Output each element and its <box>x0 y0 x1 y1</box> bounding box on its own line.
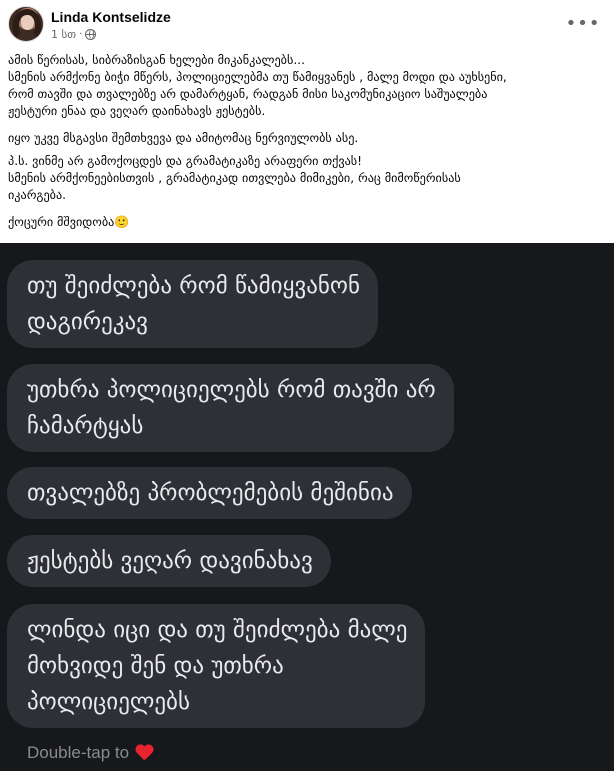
double-tap-label: Double-tap to <box>27 743 130 762</box>
facebook-post: Linda Kontselidze 1 სთ · ••• ამის წერისა… <box>0 0 614 771</box>
globe-icon[interactable] <box>85 29 97 40</box>
avatar-face <box>21 15 34 30</box>
post-paragraph: ამის წერისას, სიბრაზისგან ხელები მიკანკა… <box>8 53 507 118</box>
chat-screenshot-image[interactable]: თუ შეიძლება რომ წამიყვანონ დაგირეკავ უთხ… <box>0 243 614 771</box>
post-paragraph: იყო უკვე მსგავსი შემთხვევა და ამიტომაც ნ… <box>8 131 359 145</box>
more-options-icon[interactable]: ••• <box>566 8 600 38</box>
author-avatar[interactable] <box>8 6 44 42</box>
message-bubble: თვალებზე პრობლემების მეშინია <box>7 467 412 519</box>
message-bubble: ლინდა იცი და თუ შეიძლება მალე მოხვიდე შე… <box>7 604 426 728</box>
meta-separator: · <box>79 29 83 40</box>
heart-icon <box>135 745 153 761</box>
post-time[interactable]: 1 სთ <box>51 28 76 41</box>
message-bubble: უთხრა პოლიციელებს რომ თავში არ ჩამარტყას <box>7 364 454 452</box>
author-name[interactable]: Linda Kontselidze <box>51 9 171 25</box>
message-bubble: თუ შეიძლება რომ წამიყვანონ დაგირეკავ <box>7 260 379 348</box>
message-bubble: ჟესტებს ვეღარ დავინახავ <box>7 535 331 587</box>
post-meta: 1 სთ · <box>51 28 97 41</box>
post-text: ამის წერისას, სიბრაზისგან ხელები მიკანკა… <box>8 52 608 241</box>
post-paragraph: ქოცური მშვიდობა🙂 <box>8 215 130 229</box>
double-tap-hint: Double-tap to <box>27 743 153 763</box>
post-header: Linda Kontselidze 1 სთ · ••• <box>0 0 614 50</box>
post-paragraph: პ.ს. ვინმე არ გამოქოცდეს და გრამატიკაზე … <box>8 154 461 202</box>
